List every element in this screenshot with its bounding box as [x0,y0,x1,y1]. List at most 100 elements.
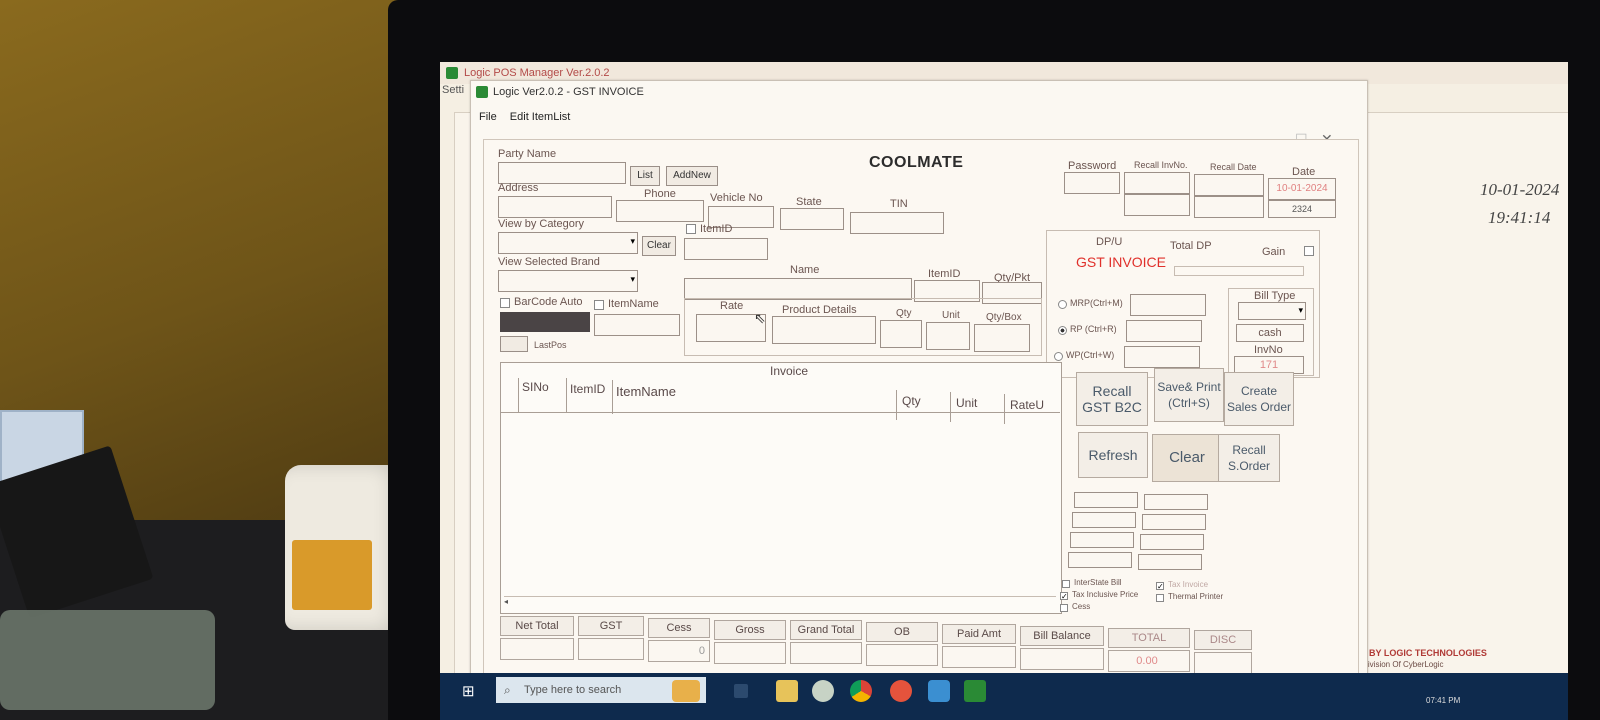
state-input[interactable] [780,208,844,230]
recall-invno-input[interactable] [1124,172,1190,194]
addnew-button[interactable]: AddNew [666,166,718,186]
disc-input[interactable] [1194,652,1252,674]
list-button[interactable]: List [630,166,660,186]
recall-sorder-button[interactable]: Recall S.Order [1218,434,1280,482]
category-clear-button[interactable]: Clear [642,236,676,256]
recall-date-input[interactable] [1194,174,1264,196]
item-id-label: ItemID [928,268,961,280]
recall-invno-input-2[interactable] [1124,194,1190,216]
col-unit[interactable]: Unit [956,396,977,410]
barcode-input[interactable] [500,312,590,332]
total-value: 0.00 [1108,650,1190,672]
itemid-checkbox[interactable] [686,224,696,234]
party-name-label: Party Name [498,148,557,160]
menu-edit-itemlist[interactable]: Edit ItemList [510,111,571,123]
chrome-icon[interactable] [850,680,872,702]
mouse-cursor-icon: ⇖ [754,310,766,326]
file-explorer-icon[interactable] [776,680,798,702]
taskbar-search-placeholder: Type here to search [524,684,622,696]
col-rateu[interactable]: RateU [1010,398,1044,412]
app-blue-icon[interactable] [928,680,950,702]
address-input[interactable] [498,196,612,218]
recall-gst-b2c-button[interactable]: Recall GST B2C [1076,372,1148,426]
qty-box-input[interactable] [974,324,1030,352]
brand-dropdown[interactable]: ▾ [498,270,638,292]
col-itemid[interactable]: ItemID [570,382,612,396]
rp-radio[interactable] [1058,326,1067,335]
mrp-input[interactable] [1130,294,1206,316]
wp-input[interactable] [1124,346,1200,368]
itemname-search-input[interactable] [594,314,680,336]
gst-label: GST [578,616,644,636]
paid-amt-label: Paid Amt [942,624,1016,644]
tin-input[interactable] [850,212,944,234]
password-input[interactable] [1064,172,1120,194]
itemname-check-label: ItemName [608,298,659,310]
col-sino[interactable]: SINo [522,380,549,394]
app-icon [476,86,488,98]
app-red-icon[interactable] [890,680,912,702]
app-circle-icon[interactable] [812,680,834,702]
grid-scrollbar[interactable]: ◂ [504,596,1056,609]
wp-radio[interactable] [1054,352,1063,361]
col-qty[interactable]: Qty [902,394,921,408]
barcode-auto-checkbox[interactable] [500,298,510,308]
wp-label: WP(Ctrl+W) [1066,350,1115,360]
task-view-icon[interactable] [734,684,748,698]
summary-field [1138,554,1202,570]
phone-input[interactable] [616,200,704,222]
menu-file[interactable]: File [479,111,497,123]
invoice-grid-title: Invoice [770,364,809,378]
summary-field [1144,494,1208,510]
lastpos-label: LastPos [534,340,567,350]
unit-label: Unit [942,310,960,321]
chevron-down-icon: ▾ [630,274,635,284]
paid-amt-input[interactable] [942,646,1016,668]
summary-field [1074,492,1138,508]
news-widget-icon[interactable] [672,680,700,702]
logic-pos-taskbar-icon[interactable] [964,680,986,702]
tax-inclusive-checkbox[interactable]: ✓ [1060,592,1068,601]
item-name-label: Name [790,264,820,276]
ob-value [866,644,938,666]
unit-input[interactable] [926,322,970,350]
gain-checkbox[interactable] [1304,246,1314,256]
search-icon: ⌕ [504,683,511,697]
cess-checkbox[interactable] [1060,604,1068,612]
product-details-input[interactable] [772,316,876,344]
phone-label: Phone [644,188,676,200]
save-print-button[interactable]: Save& Print (Ctrl+S) [1154,368,1224,422]
party-name-input[interactable] [498,162,626,184]
itemname-checkbox[interactable] [594,300,604,310]
category-dropdown[interactable]: ▾ [498,232,638,254]
bill-balance-value [1020,648,1104,670]
chevron-down-icon: ▾ [630,236,635,246]
lastpos-button[interactable] [500,336,528,352]
date-field[interactable]: 10-01-2024 [1268,178,1336,200]
bill-type-dropdown[interactable]: ▾ [1238,302,1306,320]
create-sales-order-button[interactable]: Create Sales Order [1224,372,1294,426]
recall-date-input-2[interactable] [1194,196,1264,218]
summary-field [1072,512,1136,528]
jar-label [292,540,372,610]
windows-start-icon[interactable]: ⊞ [462,682,480,700]
interstate-checkbox[interactable] [1062,580,1070,588]
cess-value: 0 [648,640,710,662]
gross-label: Gross [714,620,786,640]
refresh-button[interactable]: Refresh [1078,432,1148,478]
invno-label: InvNo [1254,344,1283,356]
cess-total-label: Cess [648,618,710,638]
mrp-radio[interactable] [1058,300,1067,309]
tax-invoice-checkbox[interactable]: ✓ [1156,582,1164,591]
item-name-input[interactable] [684,278,912,300]
tax-inclusive-label: Tax Inclusive Price [1072,590,1139,599]
itemid-search-input[interactable] [684,238,768,260]
rp-input[interactable] [1126,320,1202,342]
clear-button[interactable]: Clear [1152,434,1222,482]
qty-input[interactable] [880,320,922,348]
thermal-printer-checkbox[interactable] [1156,594,1164,602]
parent-menu-settings[interactable]: Setti [440,84,464,102]
col-itemname[interactable]: ItemName [616,384,676,399]
vehicle-label: Vehicle No [710,192,763,204]
itemid-check-label: ItemID [700,223,733,235]
